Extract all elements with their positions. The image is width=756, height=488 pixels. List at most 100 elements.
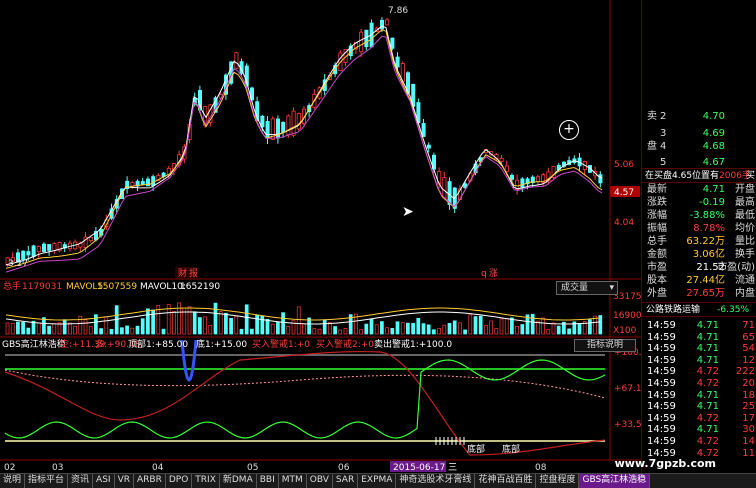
- volume-bar: [135, 325, 140, 335]
- order-level-3[interactable]: 3 4.69: [642, 128, 756, 140]
- tick-volume: 30: [742, 424, 755, 436]
- tab-1[interactable]: 指标平台: [25, 474, 69, 488]
- tick-volume: 222: [735, 366, 755, 378]
- tick-volume: 14: [742, 436, 755, 447]
- candle: [130, 182, 135, 187]
- volume-bar: [47, 325, 51, 335]
- tab-10[interactable]: MTM: [279, 474, 307, 488]
- order-level-2[interactable]: 卖 2 4.70: [642, 111, 756, 123]
- q-marker[interactable]: q: [481, 269, 487, 279]
- volume-bar: [36, 322, 41, 335]
- tab-4[interactable]: VR: [115, 474, 134, 488]
- order-level-4[interactable]: 盘 4 4.68: [642, 141, 756, 153]
- tab-9[interactable]: BBI: [257, 474, 279, 488]
- tab-2[interactable]: 资讯: [68, 474, 94, 488]
- volume-bar: [177, 302, 181, 335]
- tab-3[interactable]: ASI: [93, 474, 115, 488]
- indicator-name: GBS高江林浩稳: [2, 338, 66, 350]
- order-price: 4.70: [702, 111, 725, 122]
- volume-bar: [494, 328, 499, 335]
- candle: [421, 123, 426, 137]
- volume-bar: [510, 317, 514, 335]
- candle: [140, 181, 145, 185]
- volume-bar: [556, 325, 561, 335]
- tab-12[interactable]: SAR: [333, 474, 359, 488]
- tick-volume: 12: [742, 354, 755, 366]
- tab-7[interactable]: TRIX: [192, 474, 220, 488]
- kline-chart[interactable]: 7.86 3.27 财 报 q 涨 5.06 4.57 4.04 总手 1179…: [0, 0, 641, 473]
- tab-13[interactable]: EXPMA: [358, 474, 397, 488]
- volume-indicator-dropdown[interactable]: 成交量 ▾: [556, 281, 618, 295]
- volume-bar: [421, 323, 426, 335]
- volume-bar: [192, 311, 197, 335]
- quote-value: 27.65万: [686, 288, 725, 299]
- caibao-marker[interactable]: 财: [178, 267, 187, 279]
- volume-bar: [172, 311, 176, 335]
- tab-11[interactable]: OBV: [307, 474, 333, 488]
- indicator-dotted-line: [4, 369, 606, 399]
- tick-volume: 65: [742, 331, 755, 343]
- tab-15[interactable]: 花神百战百胜: [475, 474, 537, 488]
- volume-bar: [83, 319, 88, 335]
- indicator-item-5: 买入警戒2:+0: [316, 338, 374, 350]
- volume-bar: [380, 321, 384, 335]
- volume-bar: [281, 312, 285, 335]
- quote-row: 涨幅 -3.88% 最低: [642, 210, 756, 222]
- zongshou-label: 总手: [3, 280, 21, 292]
- indicator-item-2: 顶部1:+85.00: [128, 338, 188, 350]
- tab-16[interactable]: 控盘程度: [536, 474, 580, 488]
- order-price: 4.68: [702, 141, 725, 152]
- candle: [234, 52, 239, 69]
- quote-row: 股本 27.44亿 流通: [642, 275, 756, 287]
- volume-bar: [458, 322, 462, 335]
- volume-bar: [530, 313, 535, 335]
- tab-0[interactable]: 说明: [0, 474, 26, 488]
- xaxis-label-04: 04: [152, 463, 164, 473]
- sector-row[interactable]: 公路铁路运输 -6.35%: [642, 304, 756, 316]
- candle: [390, 37, 395, 49]
- quote-right-label: 流通: [735, 275, 755, 286]
- candle: [281, 121, 286, 133]
- tab-8[interactable]: 新DMA: [220, 474, 257, 488]
- quote-right-label: 换手: [735, 249, 755, 260]
- volume-bar: [374, 324, 379, 335]
- volume-bar: [52, 323, 57, 335]
- volume-bar: [359, 329, 363, 335]
- tick-time: 14:59: [647, 331, 676, 343]
- indicator-help-button[interactable]: 指标说明: [574, 339, 636, 352]
- candle: [36, 246, 41, 253]
- candle: [286, 115, 291, 135]
- volume-bar: [203, 316, 207, 335]
- tick-price: 4.72: [696, 436, 719, 447]
- pan-label: 盘: [647, 141, 657, 152]
- tab-5[interactable]: ARBR: [134, 474, 166, 488]
- min-price-label: 3.27: [8, 259, 28, 269]
- tick-time: 14:59: [647, 366, 676, 378]
- tick-time: 14:59: [647, 378, 676, 389]
- quote-label: 最新: [647, 184, 667, 195]
- chart-area[interactable]: 7.86 3.27 财 报 q 涨 5.06 4.57 4.04 总手 1179…: [0, 0, 641, 487]
- tick-price: 4.71: [696, 343, 719, 355]
- volume-bar: [546, 328, 551, 335]
- volume-bar: [541, 317, 545, 335]
- indicator-tab-bar: 说明 指标平台 资讯 ASI VR ARBR DPO TRIX 新DMA BBI MTM OBV SAR…: [0, 473, 756, 488]
- tick-volume: 20: [742, 378, 755, 389]
- tab-17[interactable]: GBS高江林浩稳: [579, 474, 651, 488]
- tick-price: 4.71: [696, 331, 719, 343]
- volume-bar: [390, 328, 395, 335]
- tick-time: 14:59: [647, 424, 676, 436]
- quote-value: 27.44亿: [686, 275, 725, 286]
- tick-row: 14:59 4.71 30: [642, 424, 756, 436]
- volume-bar: [250, 328, 254, 335]
- candle: [265, 121, 270, 139]
- volume-bar: [62, 319, 67, 335]
- volume-bar: [255, 314, 259, 335]
- volume-bar: [125, 325, 129, 335]
- tab-14[interactable]: 神奇选股术牙膏线: [396, 474, 476, 488]
- volume-bar: [291, 320, 296, 335]
- xaxis-highlight-date: 2015-06-17 三: [393, 463, 457, 473]
- candle: [598, 174, 603, 184]
- tab-6[interactable]: DPO: [166, 474, 193, 488]
- quote-label: 涨跌: [647, 197, 667, 208]
- indicator-kong-line: [4, 350, 606, 456]
